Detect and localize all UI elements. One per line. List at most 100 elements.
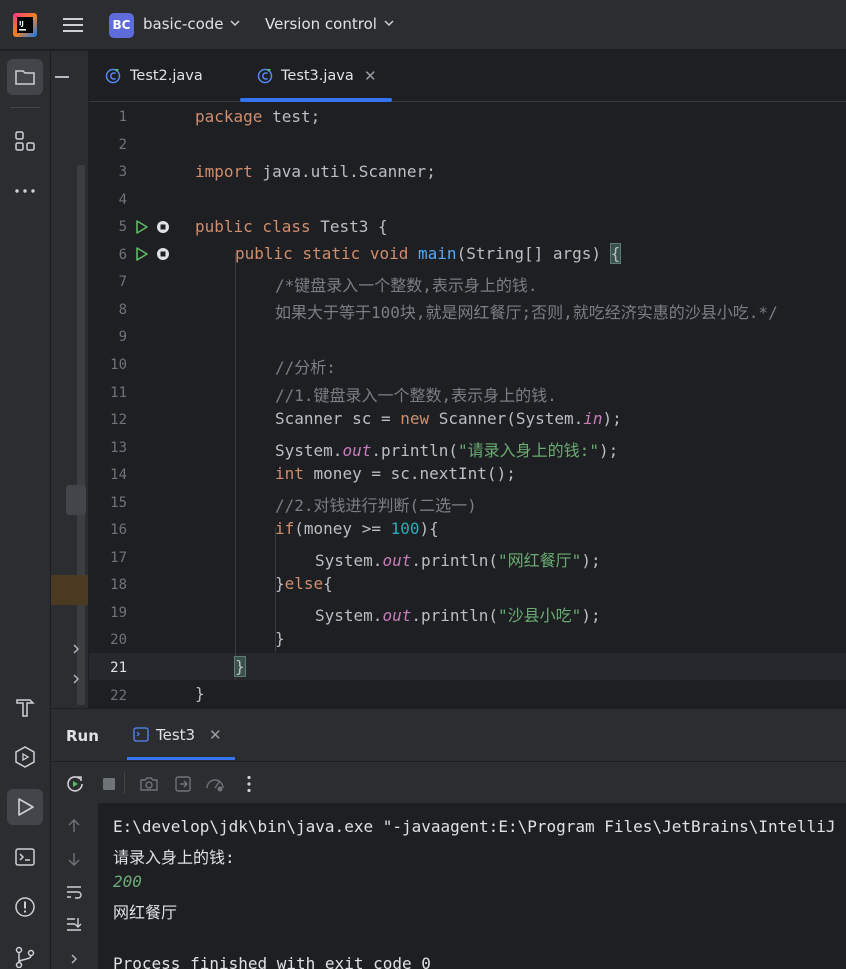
code-line-15: //2.对钱进行判断(二选一) — [275, 496, 477, 515]
breakpoint-icon[interactable] — [156, 247, 170, 261]
string-literal: "请录入身上的钱:" — [458, 441, 599, 460]
tab-test2[interactable]: Test2.java — [89, 51, 239, 102]
code-line-8: 如果大于等于100块,就是网红餐厅;否则,就吃经济实惠的沙县小吃.*/ — [275, 303, 778, 322]
camera-icon[interactable] — [139, 774, 159, 794]
line-number: 6 — [118, 246, 127, 263]
console-icon — [133, 727, 149, 742]
project-name[interactable]: basic-code — [143, 15, 224, 33]
keyword: else — [284, 574, 324, 593]
structure-tool-button[interactable] — [7, 123, 43, 159]
chevron-down-icon[interactable] — [229, 17, 241, 29]
code-text: test; — [262, 107, 321, 126]
run-gutter-icon[interactable] — [135, 219, 149, 235]
code-line-6: public static void main(String[] args) { — [235, 243, 622, 264]
line-number: 19 — [110, 604, 127, 621]
rerun-icon[interactable] — [65, 774, 85, 794]
current-line-highlight — [89, 653, 846, 680]
matched-brace: { — [609, 243, 622, 264]
breakpoint-icon[interactable] — [156, 220, 170, 234]
code-line-19: System.out.println("沙县小吃"); — [315, 602, 601, 626]
git-branch-icon — [15, 946, 35, 968]
chevron-right-icon[interactable] — [71, 643, 81, 655]
console-user-input: 200 — [113, 872, 142, 891]
code-text: .println( — [411, 606, 499, 625]
intellij-logo-icon[interactable]: IJ — [13, 13, 37, 37]
line-number: 17 — [110, 549, 127, 566]
stop-icon[interactable] — [99, 774, 119, 794]
code-line-7: /*键盘录入一个整数,表示身上的钱. — [275, 276, 538, 295]
close-icon[interactable]: ✕ — [209, 726, 222, 744]
main-toolbar: IJ BC basic-code Version control — [0, 0, 846, 50]
code-text: Scanner(System. — [429, 409, 584, 428]
run-tool-button[interactable] — [7, 789, 43, 825]
run-toolbar — [51, 761, 846, 803]
code-text: (String[] args) — [456, 244, 611, 263]
arrow-down-icon[interactable] — [65, 850, 83, 868]
code-text: money = sc.nextInt(); — [303, 464, 516, 483]
keyword: int — [275, 464, 304, 483]
keyword: public static void — [235, 244, 409, 263]
services-tool-button[interactable] — [7, 739, 43, 775]
static-field: out — [382, 606, 412, 625]
line-number: 1 — [118, 109, 127, 125]
console-output-line: 网红餐厅 — [113, 903, 178, 922]
build-tool-button[interactable] — [7, 689, 43, 725]
keyword: public class — [195, 217, 311, 236]
chevron-right-icon[interactable] — [71, 673, 81, 685]
collapse-icon[interactable] — [55, 76, 69, 78]
code-line-11: //1.键盘录入一个整数,表示身上的钱. — [275, 386, 557, 405]
more-tools-button[interactable] — [7, 173, 43, 209]
divider — [10, 107, 40, 108]
line-number: 4 — [118, 191, 127, 208]
git-tool-button[interactable] — [7, 939, 43, 969]
line-number: 16 — [110, 522, 127, 539]
console-exit-status: Process finished with exit code 0 — [113, 954, 431, 969]
code-text: System. — [275, 441, 343, 460]
code-text: { — [323, 574, 333, 593]
code-line-14: int money = sc.nextInt(); — [275, 464, 516, 483]
terminal-tool-button[interactable] — [7, 839, 43, 875]
project-tree-selection[interactable] — [66, 485, 86, 515]
run-tab-test3[interactable]: Test3 — [156, 726, 195, 744]
problems-icon — [15, 897, 35, 917]
hammer-icon — [16, 699, 35, 717]
chevron-down-icon[interactable] — [383, 17, 395, 29]
code-line-10: //分析: — [275, 358, 336, 377]
project-badge[interactable]: BC — [109, 13, 134, 38]
code-text: java.util.Scanner; — [252, 162, 436, 181]
terminal-icon — [15, 848, 35, 866]
exit-icon[interactable] — [173, 774, 193, 794]
line-number: 9 — [118, 329, 127, 346]
line-number: 3 — [118, 164, 127, 181]
project-scrollbar[interactable] — [77, 165, 85, 705]
chevron-right-icon[interactable] — [69, 953, 79, 965]
main-menu-icon[interactable] — [62, 14, 84, 36]
profiler-icon[interactable] — [205, 774, 225, 794]
scroll-to-end-icon[interactable] — [65, 915, 83, 933]
arrow-up-icon[interactable] — [65, 817, 83, 835]
soft-wrap-icon[interactable] — [65, 883, 83, 901]
run-window-title: Run — [66, 727, 99, 745]
line-number: 8 — [118, 301, 127, 318]
problems-tool-button[interactable] — [7, 889, 43, 925]
code-line-16: if(money >= 100){ — [275, 519, 439, 538]
tab-close-icon[interactable]: ✕ — [364, 67, 377, 85]
code-text: System. — [315, 551, 383, 570]
method-name: main — [418, 244, 457, 263]
code-line-21: } — [234, 656, 246, 677]
code-text: .println( — [411, 551, 499, 570]
run-gutter-icon[interactable] — [135, 246, 149, 262]
line-number: 22 — [110, 687, 127, 704]
keyword: if — [275, 519, 295, 538]
project-tool-button[interactable] — [7, 59, 43, 95]
code-editor[interactable]: 1 2 3 4 5 6 7 8 9 10 11 12 13 14 15 16 17 18 19 20 21 22 pack… — [89, 102, 846, 708]
line-number: 15 — [110, 494, 127, 511]
structure-icon — [15, 131, 35, 151]
code-text: ); — [598, 441, 619, 460]
console-output[interactable]: E:\develop\jdk\bin\java.exe "-javaagent:… — [99, 803, 846, 969]
project-tree-highlight — [51, 575, 88, 605]
version-control-menu[interactable]: Version control — [265, 15, 377, 33]
code-line-17: System.out.println("网红餐厅"); — [315, 547, 601, 571]
more-vertical-icon[interactable] — [239, 774, 259, 794]
code-line-22: } — [195, 684, 205, 703]
